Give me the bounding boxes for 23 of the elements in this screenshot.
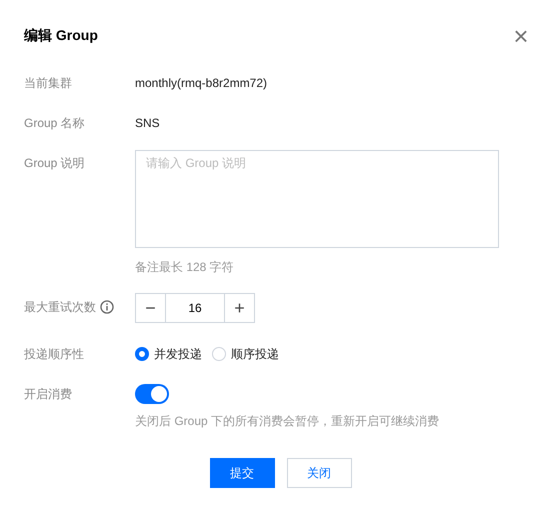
hint-text: 关闭后 Group 下的所有消费会暂停，重新开启可继续消费: [135, 413, 440, 430]
radio-label[interactable]: 顺序投递: [231, 345, 279, 363]
hint-text: 备注最长 128 字符: [135, 259, 235, 276]
description-field[interactable]: 请输入 Group 说明: [135, 150, 499, 248]
info-icon[interactable]: [100, 300, 114, 314]
field-label: Group 名称: [24, 115, 85, 132]
submit-button[interactable]: 提交: [210, 458, 274, 488]
toggle-switch[interactable]: [135, 384, 169, 404]
field-label: 投递顺序性: [24, 346, 84, 363]
decrement-button[interactable]: −: [135, 293, 166, 323]
field-label: 当前集群: [24, 75, 72, 92]
field-label: 最大重试次数: [24, 299, 96, 316]
cancel-button[interactable]: 关闭: [286, 458, 352, 488]
dialog-title: 编辑 Group: [24, 27, 98, 45]
field-value: monthly(rmq-b8r2mm72): [135, 75, 268, 92]
field-value: SNS: [135, 115, 161, 132]
number-field[interactable]: 16: [166, 293, 224, 323]
field-label: Group 说明: [24, 155, 85, 172]
increment-button[interactable]: +: [224, 293, 255, 323]
close-button[interactable]: ×: [512, 26, 530, 46]
radio-label[interactable]: 并发投递: [154, 345, 202, 363]
field-label: 开启消费: [24, 386, 72, 403]
radio-button[interactable]: [135, 347, 149, 361]
